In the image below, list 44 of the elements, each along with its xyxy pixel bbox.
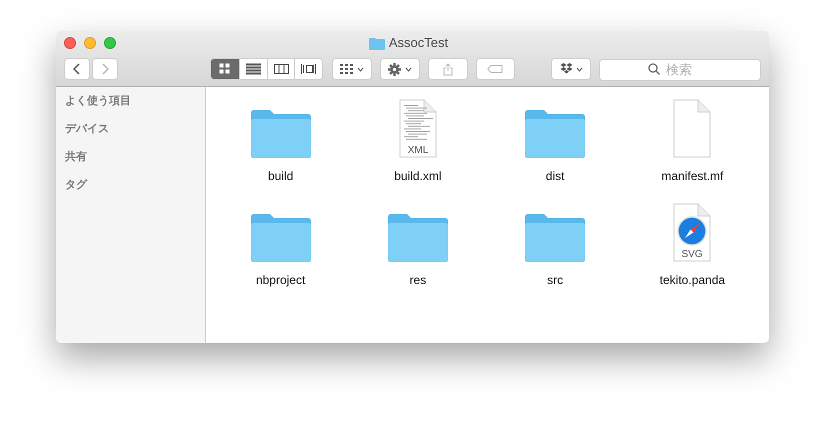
dropbox-button[interactable] (551, 58, 592, 80)
file-name[interactable]: dist (546, 167, 564, 185)
file-name[interactable]: manifest.mf (661, 167, 724, 185)
search-icon (648, 63, 660, 75)
icons-view-button[interactable] (211, 59, 239, 79)
folder-icon (250, 213, 312, 263)
folder-icon (524, 213, 586, 263)
window-title: AssocTest (388, 34, 448, 52)
back-button[interactable] (64, 58, 90, 80)
chevron-right-icon (101, 63, 109, 75)
caret-icon (404, 66, 412, 72)
sidebar-heading[interactable]: タグ (65, 177, 205, 194)
sidebar-heading[interactable]: デバイス (65, 121, 205, 138)
action-button[interactable] (380, 58, 420, 80)
folder-icon (368, 36, 385, 50)
file-name[interactable]: res (410, 271, 426, 289)
file-name[interactable]: build.xml (394, 167, 442, 185)
folder-icon (386, 213, 449, 263)
chevron-left-icon (73, 63, 81, 75)
coverflow-view-icon (301, 63, 316, 75)
caret-icon (357, 66, 364, 72)
grid-icon (340, 64, 354, 74)
folder-icon (524, 109, 586, 159)
gear-icon (388, 62, 401, 76)
sidebar-heading[interactable]: 共有 (65, 149, 205, 166)
file-name[interactable]: tekito.panda (660, 271, 726, 289)
coverflow-view-button[interactable] (294, 59, 322, 79)
close-button[interactable] (64, 37, 76, 49)
file-name[interactable]: src (547, 271, 564, 289)
file-name[interactable]: build (268, 167, 294, 185)
boxes-icon (560, 63, 573, 75)
icons-view-icon (217, 63, 232, 75)
file-name[interactable]: nbproject (256, 271, 306, 289)
columns-view-button[interactable] (266, 59, 294, 79)
share-icon (442, 62, 453, 76)
list-view-button[interactable] (238, 59, 267, 79)
sidebar-heading[interactable]: よく使う項目 (65, 93, 205, 110)
list-view-icon (246, 63, 261, 75)
folder-icon (250, 109, 312, 159)
tag-icon (487, 65, 504, 73)
columns-view-icon (274, 63, 289, 75)
arrange-button[interactable] (332, 58, 372, 80)
caret-icon (576, 66, 583, 72)
search-field[interactable]: 検索 (599, 58, 761, 80)
